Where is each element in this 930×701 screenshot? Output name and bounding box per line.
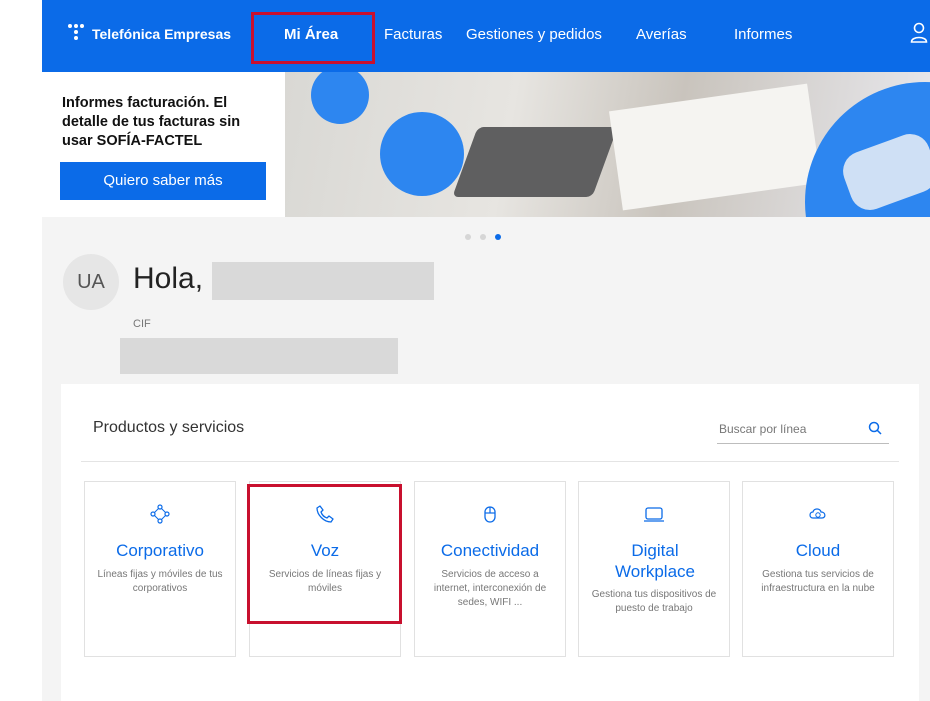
search-input[interactable]: Buscar por línea — [719, 422, 806, 436]
card-title: Cloud — [795, 541, 841, 560]
products-title: Productos y servicios — [93, 419, 245, 436]
products-panel: Productos y servicios Buscar por línea C… — [61, 384, 919, 701]
top-nav: Telefónica Empresas Mi Área Facturas Ges… — [42, 0, 930, 72]
card-description: Líneas fijas y móviles de tus corporativ… — [97, 569, 223, 594]
search-icon[interactable] — [867, 420, 883, 436]
carousel-dot-1[interactable] — [465, 234, 471, 240]
cif-label: CIF — [133, 318, 151, 330]
card-description: Gestiona tus servicios de infraestructur… — [761, 569, 875, 594]
carousel-dots — [465, 234, 501, 240]
greeting-text: Hola, — [133, 262, 204, 295]
carousel-dot-3[interactable] — [495, 234, 501, 240]
nav-item-gestiones[interactable]: Gestiones y pedidos — [466, 26, 602, 43]
banner-cta-button[interactable]: Quiero saber más — [60, 162, 266, 200]
card-corporativo[interactable]: Corporativo Líneas fijas y móviles de tu… — [84, 481, 236, 657]
page: Telefónica Empresas Mi Área Facturas Ges… — [0, 0, 930, 701]
left-gutter — [0, 0, 42, 701]
card-title: Conectividad — [440, 541, 540, 560]
banner-text: Informes facturación. El detalle de tus … — [62, 95, 241, 149]
card-description: Servicios de acceso a internet, intercon… — [433, 569, 547, 608]
telefonica-logo-icon — [68, 24, 86, 44]
mi-area-highlight — [251, 12, 375, 64]
cloud-icon — [809, 508, 826, 519]
card-title: Corporativo — [116, 541, 204, 560]
user-icon[interactable] — [910, 22, 928, 44]
redacted-username — [212, 262, 434, 300]
network-icon — [150, 504, 170, 524]
nav-item-facturas[interactable]: Facturas — [384, 26, 442, 43]
laptop-icon — [644, 507, 664, 522]
banner-image — [285, 72, 930, 217]
card-digital-workplace[interactable]: Digital Workplace Gestiona tus dispositi… — [578, 481, 730, 657]
carousel-dot-2[interactable] — [480, 234, 486, 240]
mouse-icon — [484, 506, 496, 523]
card-cloud[interactable]: Cloud Gestiona tus servicios de infraest… — [742, 481, 894, 657]
nav-item-averias[interactable]: Averías — [636, 26, 687, 43]
promo-banner: Informes facturación. El detalle de tus … — [42, 72, 930, 217]
search-underline — [717, 443, 889, 444]
line-search[interactable]: Buscar por línea — [717, 414, 889, 444]
brand-name: Telefónica Empresas — [92, 26, 232, 42]
avatar: UA — [63, 254, 119, 310]
panel-divider — [81, 461, 899, 462]
card-conectividad[interactable]: Conectividad Servicios de acceso a inter… — [414, 481, 566, 657]
card-description: Gestiona tus dispositivos de puesto de t… — [591, 589, 717, 614]
redacted-cif — [120, 338, 398, 374]
card-title: Digital Workplace — [615, 541, 695, 581]
voz-highlight — [247, 484, 402, 624]
brand-logo[interactable]: Telefónica Empresas — [68, 24, 231, 44]
nav-item-informes[interactable]: Informes — [734, 26, 792, 43]
